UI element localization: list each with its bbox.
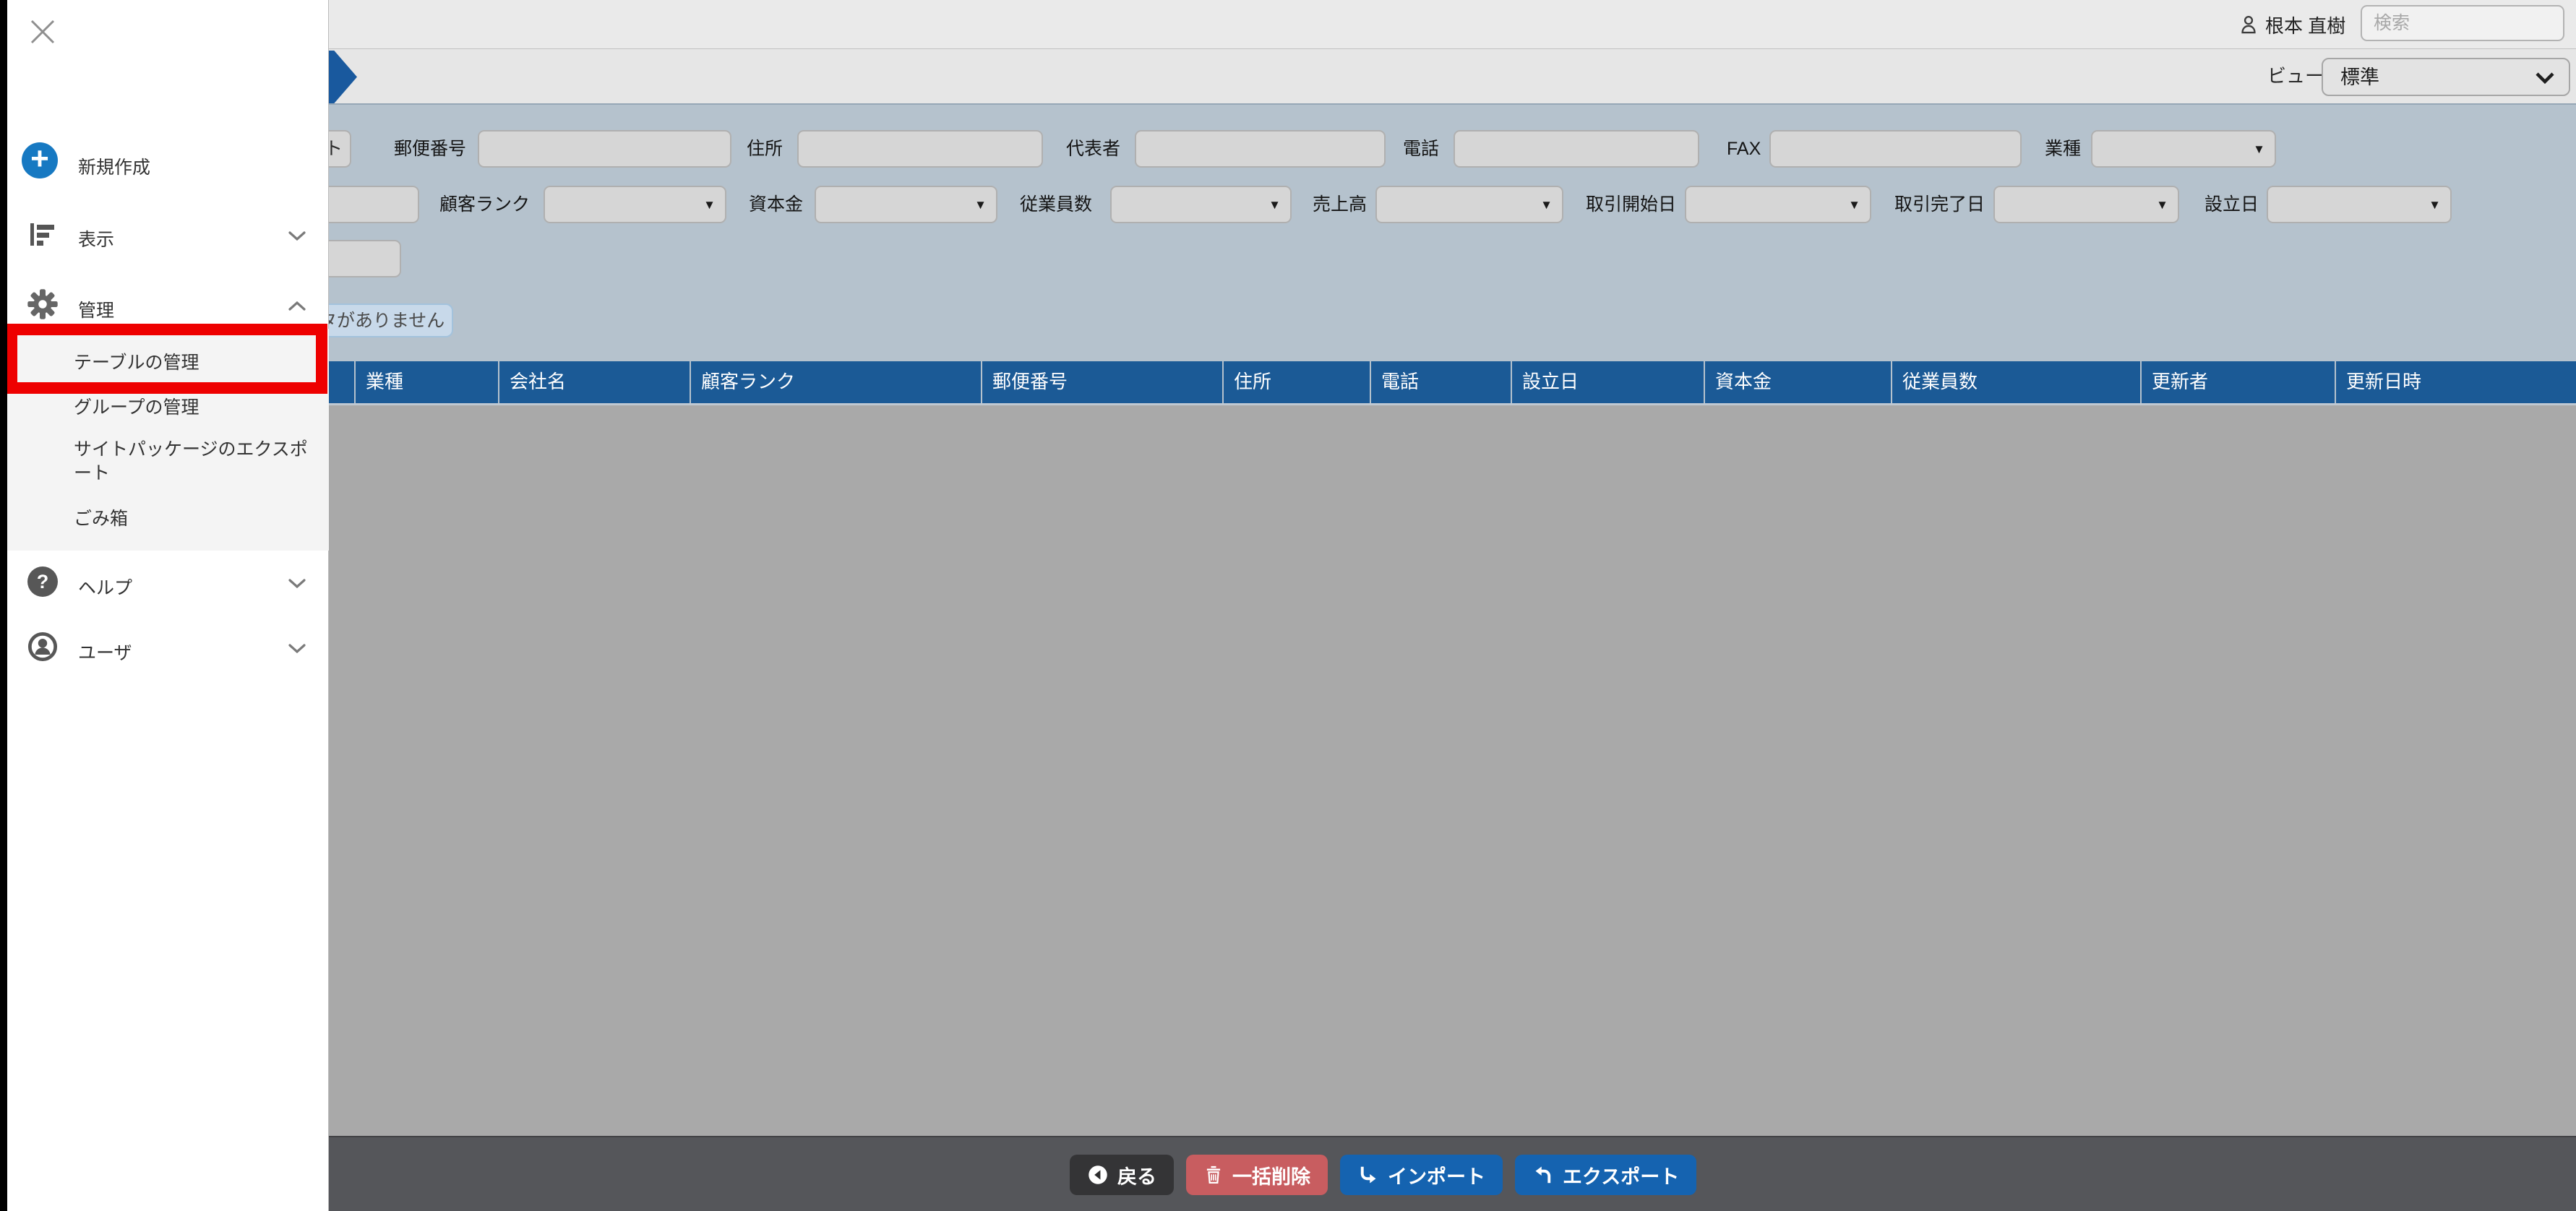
help-icon: ? [27, 566, 58, 597]
sidebar-item-trash[interactable]: ごみ箱 [74, 507, 128, 531]
close-icon[interactable] [29, 18, 56, 46]
filter-select-trade-end[interactable]: ▼ [1993, 186, 2179, 223]
column-header-industry[interactable]: 業種 [354, 361, 498, 403]
sidebar-item-admin[interactable]: 管理 [78, 296, 114, 322]
caret-down-icon: ▼ [1848, 198, 1860, 212]
sidebar-item-group-management[interactable]: グループの管理 [74, 396, 199, 420]
table-header: 業種 会社名 顧客ランク 郵便番号 住所 電話 設立日 資本金 従業員数 更新者… [329, 361, 2576, 405]
column-header-updated-at[interactable]: 更新日時 [2335, 361, 2576, 403]
column-header-phone[interactable]: 電話 [1370, 361, 1511, 403]
sidebar-item-display[interactable]: 表示 [78, 225, 114, 251]
filter-label-postal: 郵便番号 [394, 139, 467, 159]
filter-select-industry[interactable]: ▼ [2091, 130, 2276, 168]
filter-label-fax: FAX [1727, 139, 1761, 159]
column-header-postal[interactable]: 郵便番号 [981, 361, 1222, 403]
trash-icon [1206, 1165, 1221, 1184]
gear-icon [27, 289, 58, 319]
back-button-label: 戻る [1117, 1165, 1156, 1188]
filter-input-fax[interactable] [1769, 130, 2022, 168]
top-header-bar: 根本 直樹 [0, 0, 2576, 49]
filter-select-sales[interactable]: ▼ [1375, 186, 1563, 223]
chevron-down-icon [2536, 72, 2554, 85]
view-bar: ビュー 標準 [0, 49, 2576, 105]
left-edge-strip [0, 0, 7, 1211]
filter-input-representative[interactable] [1135, 130, 1386, 168]
sidebar-item-new[interactable]: 新規作成 [78, 153, 150, 179]
filter-select-trade-start[interactable]: ▼ [1685, 186, 1871, 223]
filter-label-sales: 売上高 [1313, 194, 1368, 215]
view-select[interactable]: 標準 [2322, 58, 2570, 96]
bulk-delete-button-label: 一括削除 [1232, 1165, 1310, 1188]
bulk-delete-button[interactable]: 一括削除 [1186, 1155, 1328, 1195]
person-icon [2241, 16, 2256, 34]
column-header-employees[interactable]: 従業員数 [1891, 361, 2140, 403]
current-user[interactable]: 根本 直樹 [2239, 9, 2345, 40]
column-header-company[interactable]: 会社名 [498, 361, 690, 403]
export-button-label: エクスポート [1563, 1165, 1680, 1188]
caret-down-icon: ▼ [1540, 198, 1553, 212]
column-header-founded[interactable]: 設立日 [1511, 361, 1704, 403]
filter-select-customer-rank[interactable]: ▼ [544, 186, 726, 223]
chevron-down-icon[interactable] [288, 643, 306, 655]
export-button[interactable]: エクスポート [1515, 1155, 1697, 1195]
column-header-address[interactable]: 住所 [1222, 361, 1370, 403]
caret-down-icon: ▼ [2253, 142, 2265, 156]
caret-down-icon: ▼ [1268, 198, 1281, 212]
filter-label-employees: 従業員数 [1020, 194, 1093, 215]
caret-down-icon: ▼ [2156, 198, 2168, 212]
user-circle-icon [27, 632, 58, 662]
caret-down-icon: ▼ [703, 198, 716, 212]
filter-label-founded: 設立日 [2204, 194, 2259, 215]
filter-label-industry: 業種 [2045, 139, 2082, 159]
table-body-empty [329, 405, 2576, 1136]
column-header-select[interactable] [329, 361, 354, 403]
filter-input-postal[interactable] [478, 130, 731, 168]
sidebar-menu: + 新規作成 表示 管理 テーブルの管理 グループの管理 サイトパッケージのエク… [0, 0, 329, 1211]
import-arrow-icon [1360, 1166, 1376, 1184]
chevron-up-icon[interactable] [288, 300, 306, 311]
app-root: 根本 直樹 ビュー 標準 リセット 郵便番号 住所 代表者 電話 FAX 業種 … [0, 0, 2576, 1211]
column-header-customer-rank[interactable]: 顧客ランク [690, 361, 981, 403]
back-button[interactable]: 戻る [1070, 1155, 1174, 1195]
filter-label-trade-start: 取引開始日 [1586, 194, 1677, 215]
filter-label-phone: 電話 [1403, 139, 1440, 159]
caret-down-icon: ▼ [2429, 198, 2441, 212]
export-arrow-icon [1535, 1166, 1551, 1184]
display-list-icon [30, 223, 54, 246]
view-label: ビュー [2267, 65, 2324, 87]
footer-buttons: 戻る 一括削除 インポート エクスポート [1070, 1155, 1697, 1195]
filter-select-employees[interactable]: ▼ [1110, 186, 1292, 223]
admin-submenu: テーブルの管理 グループの管理 サイトパッケージのエクスポート ごみ箱 [0, 329, 329, 551]
column-header-capital[interactable]: 資本金 [1704, 361, 1891, 403]
chevron-down-icon[interactable] [288, 230, 306, 242]
filter-input-phone[interactable] [1454, 130, 1699, 168]
chevron-down-icon[interactable] [288, 578, 306, 590]
column-header-updated-by[interactable]: 更新者 [2140, 361, 2335, 403]
plus-circle-icon[interactable]: + [22, 142, 58, 178]
user-name: 根本 直樹 [2265, 14, 2346, 37]
sidebar-item-help[interactable]: ヘルプ [78, 574, 132, 600]
filter-input-address[interactable] [797, 130, 1043, 168]
filter-label-customer-rank: 顧客ランク [439, 194, 531, 215]
filter-label-capital: 資本金 [749, 194, 804, 215]
sidebar-item-table-management[interactable]: テーブルの管理 [74, 351, 199, 375]
footer-toolbar: 戻る 一括削除 インポート エクスポート [0, 1136, 2576, 1211]
filter-label-representative: 代表者 [1066, 139, 1121, 159]
back-circle-icon [1089, 1165, 1107, 1184]
filter-panel: リセット 郵便番号 住所 代表者 電話 FAX 業種 ▼ 顧客ランク ▼ 資本金… [0, 105, 2576, 361]
search-input[interactable] [2361, 5, 2564, 41]
filter-label-trade-end: 取引完了日 [1894, 194, 1985, 215]
filter-label-address: 住所 [747, 139, 783, 159]
sidebar-item-user[interactable]: ユーザ [78, 639, 132, 665]
filter-select-capital[interactable]: ▼ [815, 186, 997, 223]
import-button-label: インポート [1388, 1165, 1485, 1188]
sidebar-item-site-package-export[interactable]: サイトパッケージのエクスポート [74, 438, 316, 486]
caret-down-icon: ▼ [974, 198, 987, 212]
import-button[interactable]: インポート [1340, 1155, 1503, 1195]
filter-select-founded[interactable]: ▼ [2267, 186, 2452, 223]
view-select-value: 標準 [2340, 66, 2379, 88]
